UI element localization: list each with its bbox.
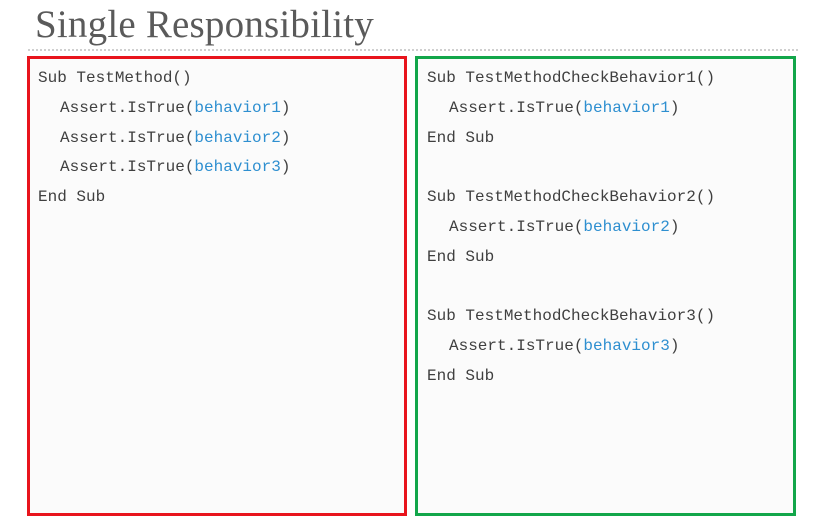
code-line-end-sub: End Sub xyxy=(427,362,793,392)
code-line-sub-declaration: Sub TestMethod() xyxy=(38,64,404,94)
code-line-end-sub: End Sub xyxy=(427,243,793,273)
code-line-sub-declaration: Sub TestMethodCheckBehavior2() xyxy=(427,183,793,213)
code-line-sub-declaration: Sub TestMethodCheckBehavior1() xyxy=(427,64,793,94)
slide-title: Single Responsibility xyxy=(35,3,374,46)
code-line-assert: Assert.IsTrue(behavior1) xyxy=(38,94,404,124)
assert-close-paren: ) xyxy=(280,98,291,117)
code-text: Sub TestMethod() xyxy=(38,69,192,87)
assert-argument: behavior2 xyxy=(194,128,281,147)
assert-call: Assert.IsTrue( xyxy=(449,217,584,236)
code-line-assert: Assert.IsTrue(behavior2) xyxy=(38,124,404,154)
assert-close-paren: ) xyxy=(669,98,680,117)
code-text: End Sub xyxy=(427,128,495,147)
assert-argument: behavior3 xyxy=(583,337,670,356)
assert-close-paren: ) xyxy=(669,217,680,236)
code-line-assert: Assert.IsTrue(behavior2) xyxy=(427,213,793,243)
code-line-end-sub: End Sub xyxy=(427,124,793,154)
assert-close-paren: ) xyxy=(280,128,291,147)
code-line-end-sub: End Sub xyxy=(38,183,404,213)
assert-call: Assert.IsTrue( xyxy=(60,128,195,147)
right-code-panel: Sub TestMethodCheckBehavior1() Assert.Is… xyxy=(415,56,796,516)
code-text: End Sub xyxy=(427,366,495,385)
assert-argument: behavior1 xyxy=(194,98,281,117)
assert-call: Assert.IsTrue( xyxy=(449,337,584,356)
code-text: End Sub xyxy=(427,247,495,266)
assert-call: Assert.IsTrue( xyxy=(449,98,584,117)
code-text: Sub TestMethodCheckBehavior3() xyxy=(427,307,716,326)
code-line-assert: Assert.IsTrue(behavior3) xyxy=(427,332,793,362)
assert-call: Assert.IsTrue( xyxy=(60,98,195,117)
code-text: Sub TestMethodCheckBehavior1() xyxy=(427,69,716,87)
title-divider xyxy=(28,49,798,51)
assert-argument: behavior2 xyxy=(583,217,670,236)
assert-close-paren: ) xyxy=(669,337,680,356)
code-line-assert: Assert.IsTrue(behavior3) xyxy=(38,153,404,183)
code-line-assert: Assert.IsTrue(behavior1) xyxy=(427,94,793,124)
code-text: End Sub xyxy=(38,188,106,207)
left-code-panel: Sub TestMethod() Assert.IsTrue(behavior1… xyxy=(27,56,407,516)
code-text: Sub TestMethodCheckBehavior2() xyxy=(427,188,716,207)
assert-call: Assert.IsTrue( xyxy=(60,158,195,177)
code-line-sub-declaration: Sub TestMethodCheckBehavior3() xyxy=(427,302,793,332)
assert-argument: behavior1 xyxy=(583,98,670,117)
assert-close-paren: ) xyxy=(280,158,291,177)
assert-argument: behavior3 xyxy=(194,158,281,177)
